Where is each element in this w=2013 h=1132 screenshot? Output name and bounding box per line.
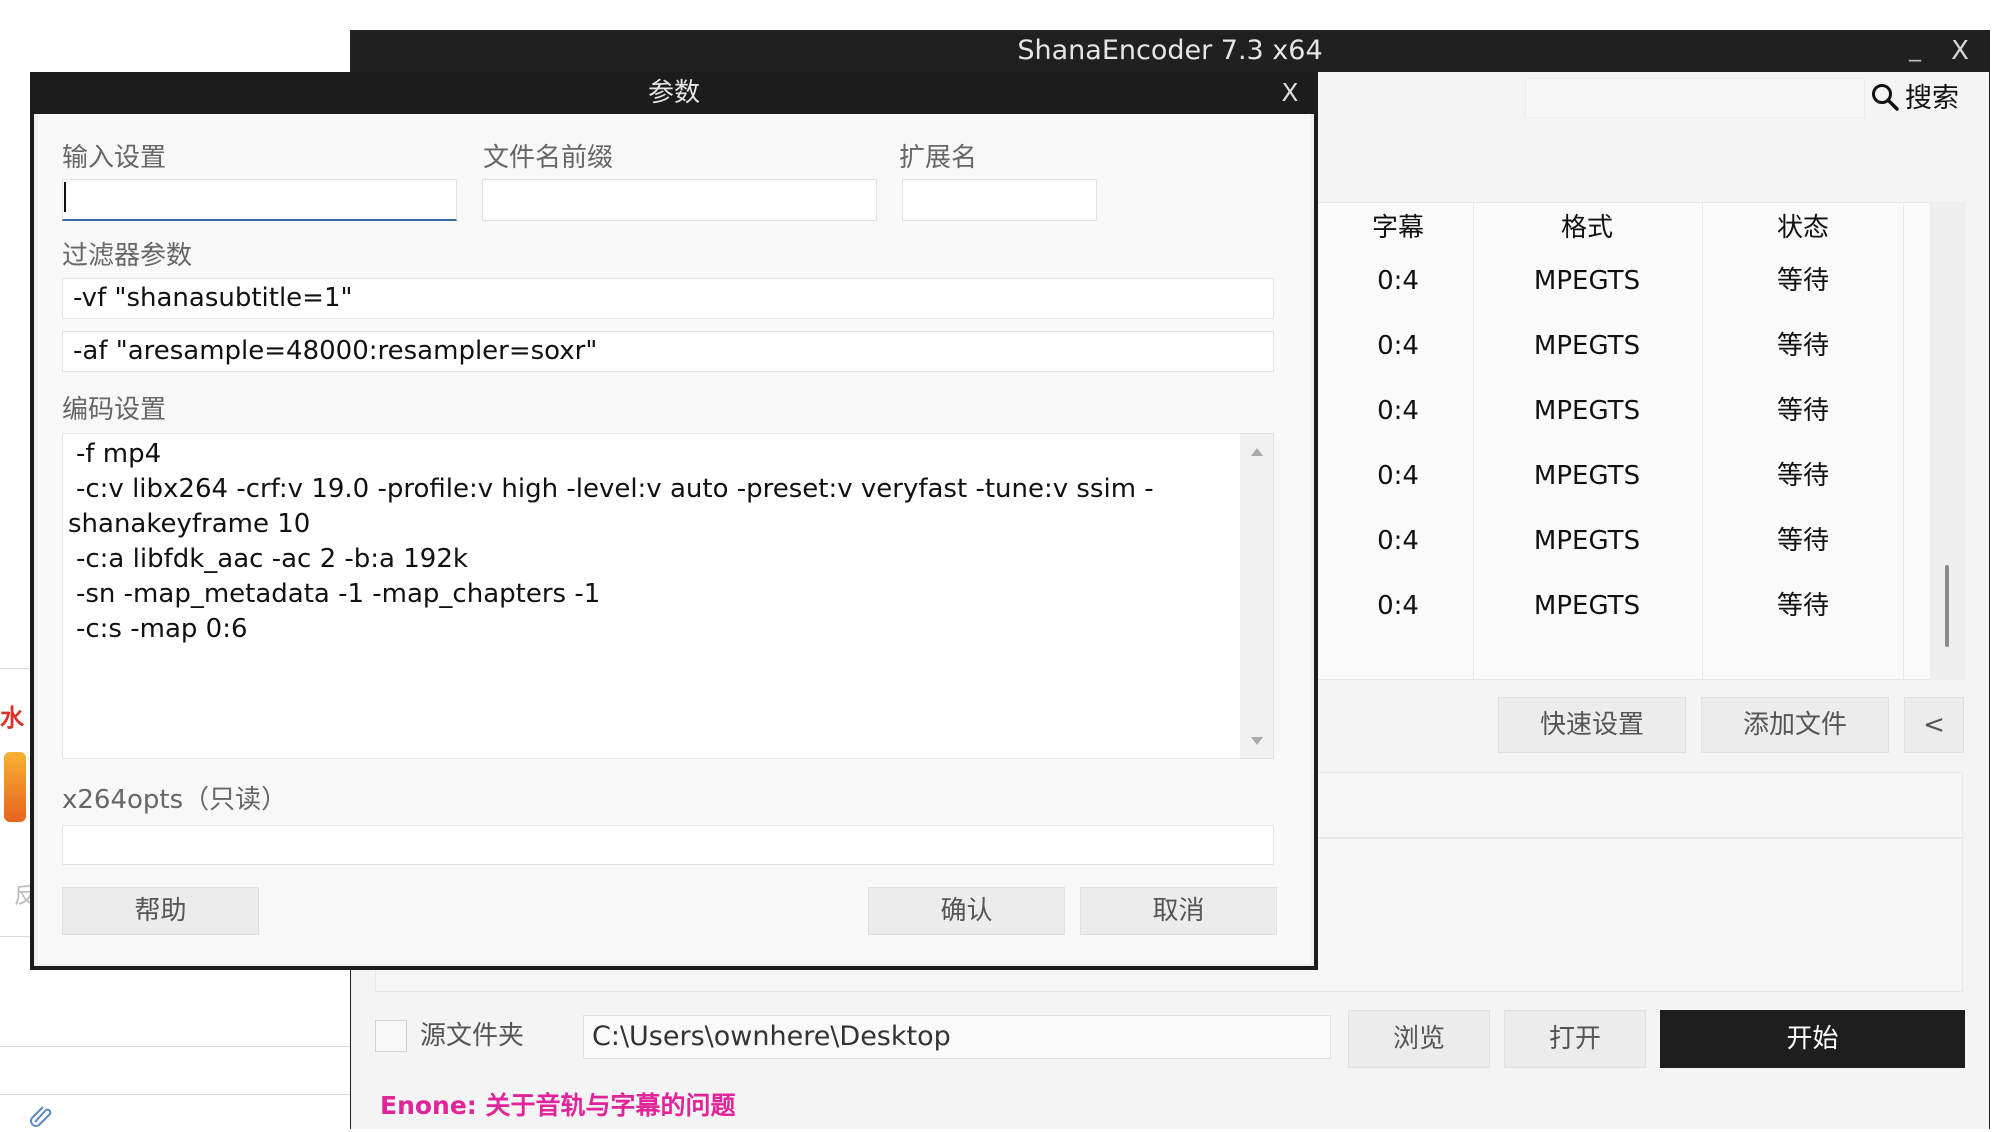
table-cell: 0:4 [1377, 591, 1419, 621]
collapse-button[interactable]: < [1904, 697, 1964, 753]
table-cell: 0:4 [1377, 396, 1419, 426]
table-cell: 等待 [1776, 461, 1829, 491]
text-cursor [64, 182, 66, 212]
x264opts-field [62, 825, 1274, 865]
column-divider [1903, 202, 1904, 680]
table-cell: MPEGTS [1533, 526, 1641, 556]
table-cell: 0:4 [1377, 266, 1419, 296]
open-button[interactable]: 打开 [1504, 1010, 1646, 1068]
bg-divider [0, 1046, 350, 1047]
encoding-line: -c:s -map 0:6 [76, 614, 248, 644]
column-divider [1702, 202, 1703, 680]
table-cell: 等待 [1776, 396, 1829, 426]
dialog-title: 参数 [30, 72, 1318, 114]
column-header-format[interactable]: 格式 [1512, 203, 1662, 253]
filename-prefix-label: 文件名前缀 [483, 143, 614, 173]
scroll-down-arrow-icon[interactable] [1251, 737, 1263, 745]
input-settings-field[interactable] [62, 179, 457, 221]
encoding-line: -sn -map_metadata -1 -map_chapters -1 [76, 579, 601, 609]
extension-label: 扩展名 [899, 143, 978, 173]
bg-red-text: 水 [0, 704, 24, 732]
output-path-input[interactable]: C:\Users\ownhere\Desktop [583, 1015, 1331, 1059]
filename-prefix-field[interactable] [482, 179, 877, 221]
table-cell: 0:4 [1377, 461, 1419, 491]
add-file-button[interactable]: 添加文件 [1701, 697, 1889, 753]
confirm-button[interactable]: 确认 [868, 887, 1065, 935]
table-cell: MPEGTS [1533, 266, 1641, 296]
search-input[interactable] [1525, 78, 1865, 118]
table-cell: MPEGTS [1533, 461, 1641, 491]
cancel-button[interactable]: 取消 [1080, 887, 1277, 935]
video-filter-field[interactable]: -vf "shanasubtitle=1" [62, 278, 1274, 319]
extension-field[interactable] [902, 179, 1097, 221]
search-icon[interactable] [1870, 82, 1900, 112]
table-cell: 等待 [1776, 266, 1829, 296]
minimize-button[interactable]: _ [1900, 34, 1930, 64]
main-window-title: ShanaEncoder 7.3 x64 [350, 30, 1990, 72]
table-cell: 0:4 [1377, 526, 1419, 556]
table-cell: 等待 [1776, 526, 1829, 556]
x264opts-label: x264opts（只读） [62, 785, 288, 815]
main-close-button[interactable]: X [1945, 34, 1975, 68]
textarea-scrollbar[interactable] [1240, 434, 1273, 758]
table-cell: MPEGTS [1533, 591, 1641, 621]
input-settings-label: 输入设置 [62, 143, 167, 173]
encoding-line: -c:a libfdk_aac -ac 2 -b:a 192k [76, 544, 468, 574]
table-cell: 等待 [1776, 591, 1829, 621]
column-divider [1473, 202, 1474, 680]
start-button[interactable]: 开始 [1660, 1010, 1965, 1068]
audio-filter-field[interactable]: -af "aresample=48000:resampler=soxr" [62, 331, 1274, 372]
table-cell: 等待 [1776, 331, 1829, 361]
source-folder-checkbox[interactable] [375, 1020, 407, 1052]
help-button[interactable]: 帮助 [62, 887, 259, 935]
browse-button[interactable]: 浏览 [1348, 1010, 1490, 1068]
source-folder-label: 源文件夹 [420, 1021, 525, 1051]
encoding-settings-label: 编码设置 [62, 395, 167, 425]
column-header-status[interactable]: 状态 [1728, 203, 1878, 253]
encoding-line: shanakeyframe 10 [68, 509, 311, 539]
column-header-subtitle[interactable]: 字幕 [1323, 203, 1473, 253]
table-cell: 0:4 [1377, 331, 1419, 361]
bg-orange-icon [4, 752, 26, 822]
table-scrollbar-thumb[interactable] [1945, 565, 1949, 647]
bg-divider [0, 1094, 350, 1095]
paperclip-icon [28, 1102, 54, 1128]
filter-params-label: 过滤器参数 [62, 241, 193, 271]
footer-message[interactable]: Enone: 关于音轨与字幕的问题 [380, 1088, 736, 1124]
table-cell: MPEGTS [1533, 331, 1641, 361]
search-label[interactable]: 搜索 [1905, 80, 1959, 118]
encoding-line: -c:v libx264 -crf:v 19.0 -profile:v high… [76, 474, 1154, 504]
scroll-up-arrow-icon[interactable] [1251, 448, 1263, 456]
table-cell: MPEGTS [1533, 396, 1641, 426]
quick-settings-button[interactable]: 快速设置 [1498, 697, 1686, 753]
dialog-close-button[interactable]: X [1275, 76, 1305, 110]
encoding-line: -f mp4 [76, 439, 162, 469]
